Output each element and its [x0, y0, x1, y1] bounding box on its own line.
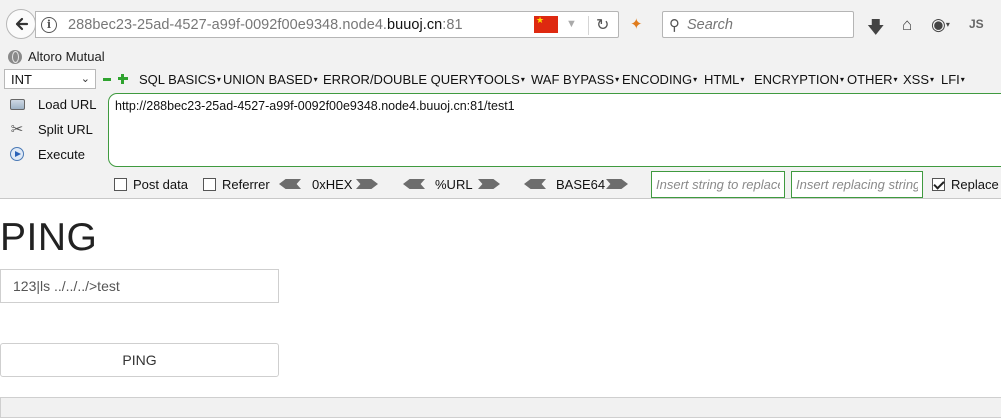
execute-button[interactable]: Execute: [8, 146, 85, 162]
injection-type-select[interactable]: INT ⌄: [4, 69, 96, 89]
decrease-icon[interactable]: [103, 78, 111, 81]
replace-search-input[interactable]: [651, 171, 785, 198]
address-bar[interactable]: i 288bec23-25ad-4527-a99f-0092f00e9348.n…: [35, 11, 619, 38]
post-data-label: Post data: [133, 177, 188, 192]
globe-icon: [8, 49, 22, 64]
info-icon[interactable]: i: [41, 17, 57, 33]
search-icon: ⚲: [669, 17, 680, 34]
menu-union-based[interactable]: UNION BASED▾: [223, 72, 318, 87]
url-encode-label: %URL: [435, 177, 473, 192]
referrer-checkbox[interactable]: Referrer: [203, 177, 270, 192]
back-button[interactable]: [6, 9, 36, 39]
replace-with-input[interactable]: [791, 171, 923, 198]
navigation-toolbar: i 288bec23-25ad-4527-a99f-0092f00e9348.n…: [0, 0, 1001, 48]
url-encode-arrow-icon[interactable]: [478, 179, 500, 189]
hex-encode-arrow-icon[interactable]: [356, 179, 378, 189]
bookmark-label: Altoro Mutual: [28, 49, 105, 64]
split-url-label: Split URL: [38, 121, 93, 137]
search-input[interactable]: [687, 15, 847, 34]
javascript-toggle[interactable]: JS: [969, 17, 984, 31]
play-icon: [8, 146, 26, 162]
address-text[interactable]: 288bec23-25ad-4527-a99f-0092f00e9348.nod…: [68, 17, 463, 33]
menu-waf-bypass[interactable]: WAF BYPASS▾: [531, 72, 619, 87]
menu-html[interactable]: HTML▾: [704, 72, 744, 87]
execute-label: Execute: [38, 146, 85, 162]
output-area: [0, 397, 1001, 418]
hackbar-menu: INT ⌄ SQL BASICS▾ UNION BASED▾ ERROR/DOU…: [0, 69, 1001, 91]
replace-all-checkbox[interactable]: Replace All: [932, 177, 1001, 192]
replace-all-label: Replace All: [951, 177, 1001, 192]
replace-all-check[interactable]: [932, 178, 945, 191]
hackbar-url-textarea[interactable]: http://288bec23-25ad-4527-a99f-0092f00e9…: [108, 93, 1001, 167]
search-bar[interactable]: ⚲: [662, 11, 854, 38]
fox-addon-icon[interactable]: ✦: [630, 15, 643, 33]
bookmarks-toolbar: Altoro Mutual: [0, 46, 1001, 68]
increase-icon[interactable]: [118, 74, 128, 84]
menu-lfi[interactable]: LFI▾: [941, 72, 965, 87]
menu-error-double-query[interactable]: ERROR/DOUBLE QUERY▾: [323, 72, 482, 87]
post-data-check[interactable]: [114, 178, 127, 191]
bookmark-altoro-mutual[interactable]: Altoro Mutual: [8, 49, 105, 64]
reload-icon[interactable]: ↻: [596, 15, 609, 35]
china-flag-icon[interactable]: ★: [534, 16, 558, 33]
url-decode-arrow-icon[interactable]: [403, 179, 425, 189]
scissors-icon: ✂: [10, 121, 24, 138]
referrer-label: Referrer: [222, 177, 270, 192]
hex-decode-arrow-icon[interactable]: [279, 179, 301, 189]
load-url-label: Load URL: [38, 96, 97, 112]
load-url-button[interactable]: Load URL: [8, 96, 97, 112]
menu-other[interactable]: OTHER▾: [847, 72, 898, 87]
home-icon[interactable]: ⌂: [902, 15, 912, 35]
menu-sql-basics[interactable]: SQL BASICS▾: [139, 72, 221, 87]
download-icon[interactable]: 🡇: [867, 15, 884, 44]
address-divider: [588, 16, 589, 35]
select-value: INT: [11, 72, 32, 87]
base64-encode-arrow-icon[interactable]: [606, 179, 628, 189]
load-url-icon: [8, 96, 26, 112]
page-title: PING: [0, 216, 98, 259]
menu-tools[interactable]: TOOLS▾: [476, 72, 525, 87]
post-data-checkbox[interactable]: Post data: [114, 177, 188, 192]
base64-label: BASE64: [556, 177, 606, 192]
ping-button[interactable]: PING: [0, 343, 279, 377]
profile-menu-icon[interactable]: ◉▾: [931, 15, 950, 35]
menu-encoding[interactable]: ENCODING▾: [622, 72, 697, 87]
command-input[interactable]: [0, 269, 279, 303]
split-url-button[interactable]: ✂ Split URL: [8, 121, 93, 138]
menu-xss[interactable]: XSS▾: [903, 72, 934, 87]
base64-decode-arrow-icon[interactable]: [524, 179, 546, 189]
referrer-check[interactable]: [203, 178, 216, 191]
menu-encryption[interactable]: ENCRYPTION▾: [754, 72, 844, 87]
chevron-down-icon: ⌄: [80, 73, 90, 85]
back-arrow-icon: [15, 17, 29, 31]
browser-chrome: i 288bec23-25ad-4527-a99f-0092f00e9348.n…: [0, 0, 1001, 199]
hex-label: 0xHEX: [312, 177, 353, 192]
dropdown-arrow-icon[interactable]: ▼: [566, 18, 577, 30]
